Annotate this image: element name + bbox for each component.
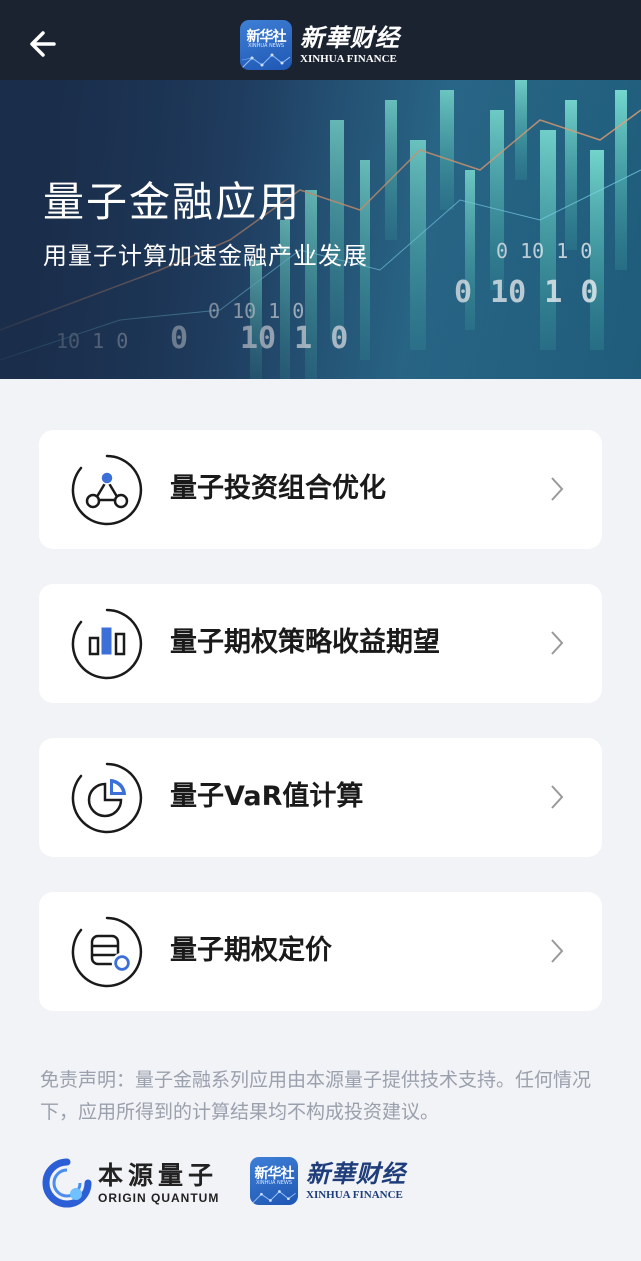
card-portfolio-optimization[interactable]: 量子投资组合优化 — [39, 430, 602, 549]
card-label: 量子投资组合优化 — [170, 473, 386, 504]
card-label: 量子VaR值计算 — [170, 781, 364, 812]
brand-name-en: XINHUA FINANCE — [300, 53, 397, 65]
card-label: 量子期权定价 — [170, 935, 332, 966]
origin-quantum-logo: 本源量子 ORIGIN QUANTUM — [42, 1158, 219, 1208]
card-option-pricing[interactable]: 量子期权定价 — [39, 892, 602, 1011]
chevron-right-icon — [551, 631, 564, 655]
disclaimer-text: 免责声明：量子金融系列应用由本源量子提供技术支持。任何情况下，应用所得到的计算结… — [40, 1069, 592, 1123]
brand-name-cn: 新華财经 — [306, 1159, 406, 1188]
xinhua-news-badge: 新华社 XINHUA NEWS — [250, 1157, 298, 1205]
pie-chart-icon — [71, 762, 143, 834]
hero-title: 量子金融应用 — [43, 178, 301, 226]
network-nodes-icon — [71, 454, 143, 526]
finance-chart-background: 10 1 0 0 0 10 1 0 10 1 0 0 10 1 0 0 10 1… — [0, 80, 641, 379]
network-pattern-icon — [252, 1190, 296, 1204]
origin-name-en: ORIGIN QUANTUM — [98, 1191, 220, 1205]
xinhua-news-badge: 新华社 XINHUA NEWS — [240, 20, 292, 70]
database-icon — [71, 916, 143, 988]
card-option-strategy-expectation[interactable]: 量子期权策略收益期望 — [39, 584, 602, 703]
back-button[interactable] — [24, 24, 64, 64]
nav-bar: 新华社 XINHUA NEWS 新華财经 XINHUA FINANCE — [0, 0, 641, 80]
card-label: 量子期权策略收益期望 — [170, 627, 440, 658]
brand-name-cn: 新華财经 — [300, 23, 400, 52]
network-pattern-icon — [241, 53, 291, 69]
card-var-calculation[interactable]: 量子VaR值计算 — [39, 738, 602, 857]
chevron-right-icon — [551, 785, 564, 809]
chevron-right-icon — [551, 939, 564, 963]
hero-subtitle: 用量子计算加速金融产业发展 — [43, 242, 368, 270]
chevron-right-icon — [551, 477, 564, 501]
hero-banner: 10 1 0 0 0 10 1 0 10 1 0 0 10 1 0 0 10 1… — [0, 80, 641, 379]
xinhua-finance-logo: 新华社 XINHUA NEWS 新華财经 XINHUA FINANCE — [240, 20, 400, 70]
origin-name-cn: 本源量子 — [98, 1161, 219, 1190]
bar-chart-icon — [71, 608, 143, 680]
brand-name-en: XINHUA FINANCE — [306, 1189, 403, 1201]
arrow-left-icon — [30, 31, 56, 57]
origin-quantum-mark-icon — [42, 1158, 92, 1208]
badge-subtext: XINHUA NEWS — [247, 43, 285, 49]
xinhua-finance-footer-logo: 新华社 XINHUA NEWS 新華财经 XINHUA FINANCE — [250, 1157, 406, 1205]
badge-subtext: XINHUA NEWS — [255, 1180, 293, 1186]
